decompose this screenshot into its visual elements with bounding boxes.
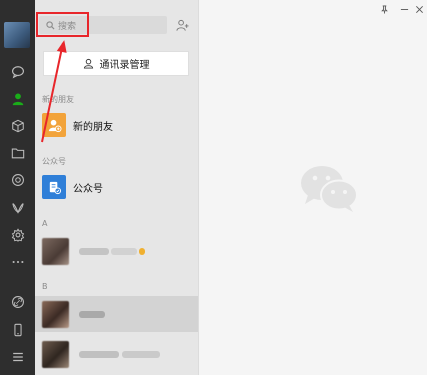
mini-program-icon — [11, 203, 24, 214]
contact-avatar — [42, 300, 69, 328]
add-contact-button[interactable] — [174, 17, 190, 33]
chat-nav[interactable] — [0, 61, 35, 83]
add-contact-icon — [175, 19, 189, 31]
favorites-icon — [11, 119, 24, 133]
pin-button[interactable] — [377, 2, 391, 16]
official-accounts-label: 公众号 — [73, 183, 103, 195]
section-header-official-accounts: 公众号 — [42, 157, 66, 166]
contact-item-blurred-2[interactable] — [35, 296, 198, 332]
contact-avatar — [42, 340, 69, 368]
files-nav[interactable] — [0, 142, 35, 164]
settings-nav[interactable] — [0, 224, 35, 246]
close-icon — [415, 5, 423, 13]
more-icon — [12, 260, 23, 264]
favorites-nav[interactable] — [0, 115, 35, 137]
contact-name-redacted — [79, 247, 145, 255]
list-item-new-friends[interactable]: 新的朋友 — [35, 108, 198, 142]
section-header-a: A — [42, 219, 48, 228]
section-header-b: B — [42, 282, 48, 291]
close-button[interactable] — [412, 2, 426, 16]
content-pane — [199, 0, 427, 375]
moments-icon — [11, 174, 24, 186]
menu-icon — [12, 352, 23, 362]
phone-nav[interactable] — [0, 319, 35, 341]
official-accounts-icon — [42, 175, 66, 199]
moments-nav[interactable] — [0, 169, 35, 191]
wechat-logo-icon — [301, 166, 358, 212]
contact-manager-button[interactable]: 通讯录管理 — [43, 51, 189, 76]
contacts-nav[interactable] — [0, 88, 35, 110]
contact-name-redacted — [79, 350, 160, 358]
menu-nav[interactable] — [0, 346, 35, 368]
contacts-icon — [12, 93, 23, 106]
contacts-panel: 搜索 通讯录管理 新的朋友 新的朋友 公众号 公众号 A B — [35, 0, 198, 375]
section-header-new-friends: 新的朋友 — [42, 95, 74, 104]
contact-manager-icon — [83, 58, 93, 69]
new-friends-label: 新的朋友 — [73, 121, 113, 133]
files-icon — [11, 148, 24, 159]
link-icon — [11, 296, 24, 308]
contact-item-blurred-3[interactable] — [35, 336, 198, 372]
pin-icon — [380, 4, 388, 14]
settings-gear-icon — [11, 228, 24, 242]
more-nav[interactable] — [0, 251, 35, 273]
wechat-window: 搜索 通讯录管理 新的朋友 新的朋友 公众号 公众号 A B — [0, 0, 427, 375]
minimize-button[interactable] — [397, 2, 411, 16]
nav-rail — [0, 0, 35, 375]
list-item-official-accounts[interactable]: 公众号 — [35, 170, 198, 204]
contact-name-redacted — [79, 310, 105, 318]
minimize-icon — [400, 8, 408, 10]
contact-avatar — [42, 237, 69, 265]
contact-item-blurred-1[interactable] — [35, 233, 198, 269]
chat-icon — [11, 66, 24, 79]
search-highlight-box — [36, 12, 89, 37]
new-friends-icon — [42, 113, 66, 137]
user-avatar[interactable] — [4, 22, 30, 48]
phone-icon — [13, 323, 22, 337]
mini-program-nav[interactable] — [0, 197, 35, 219]
link-nav[interactable] — [0, 291, 35, 313]
contact-manager-label: 通讯录管理 — [99, 60, 150, 71]
